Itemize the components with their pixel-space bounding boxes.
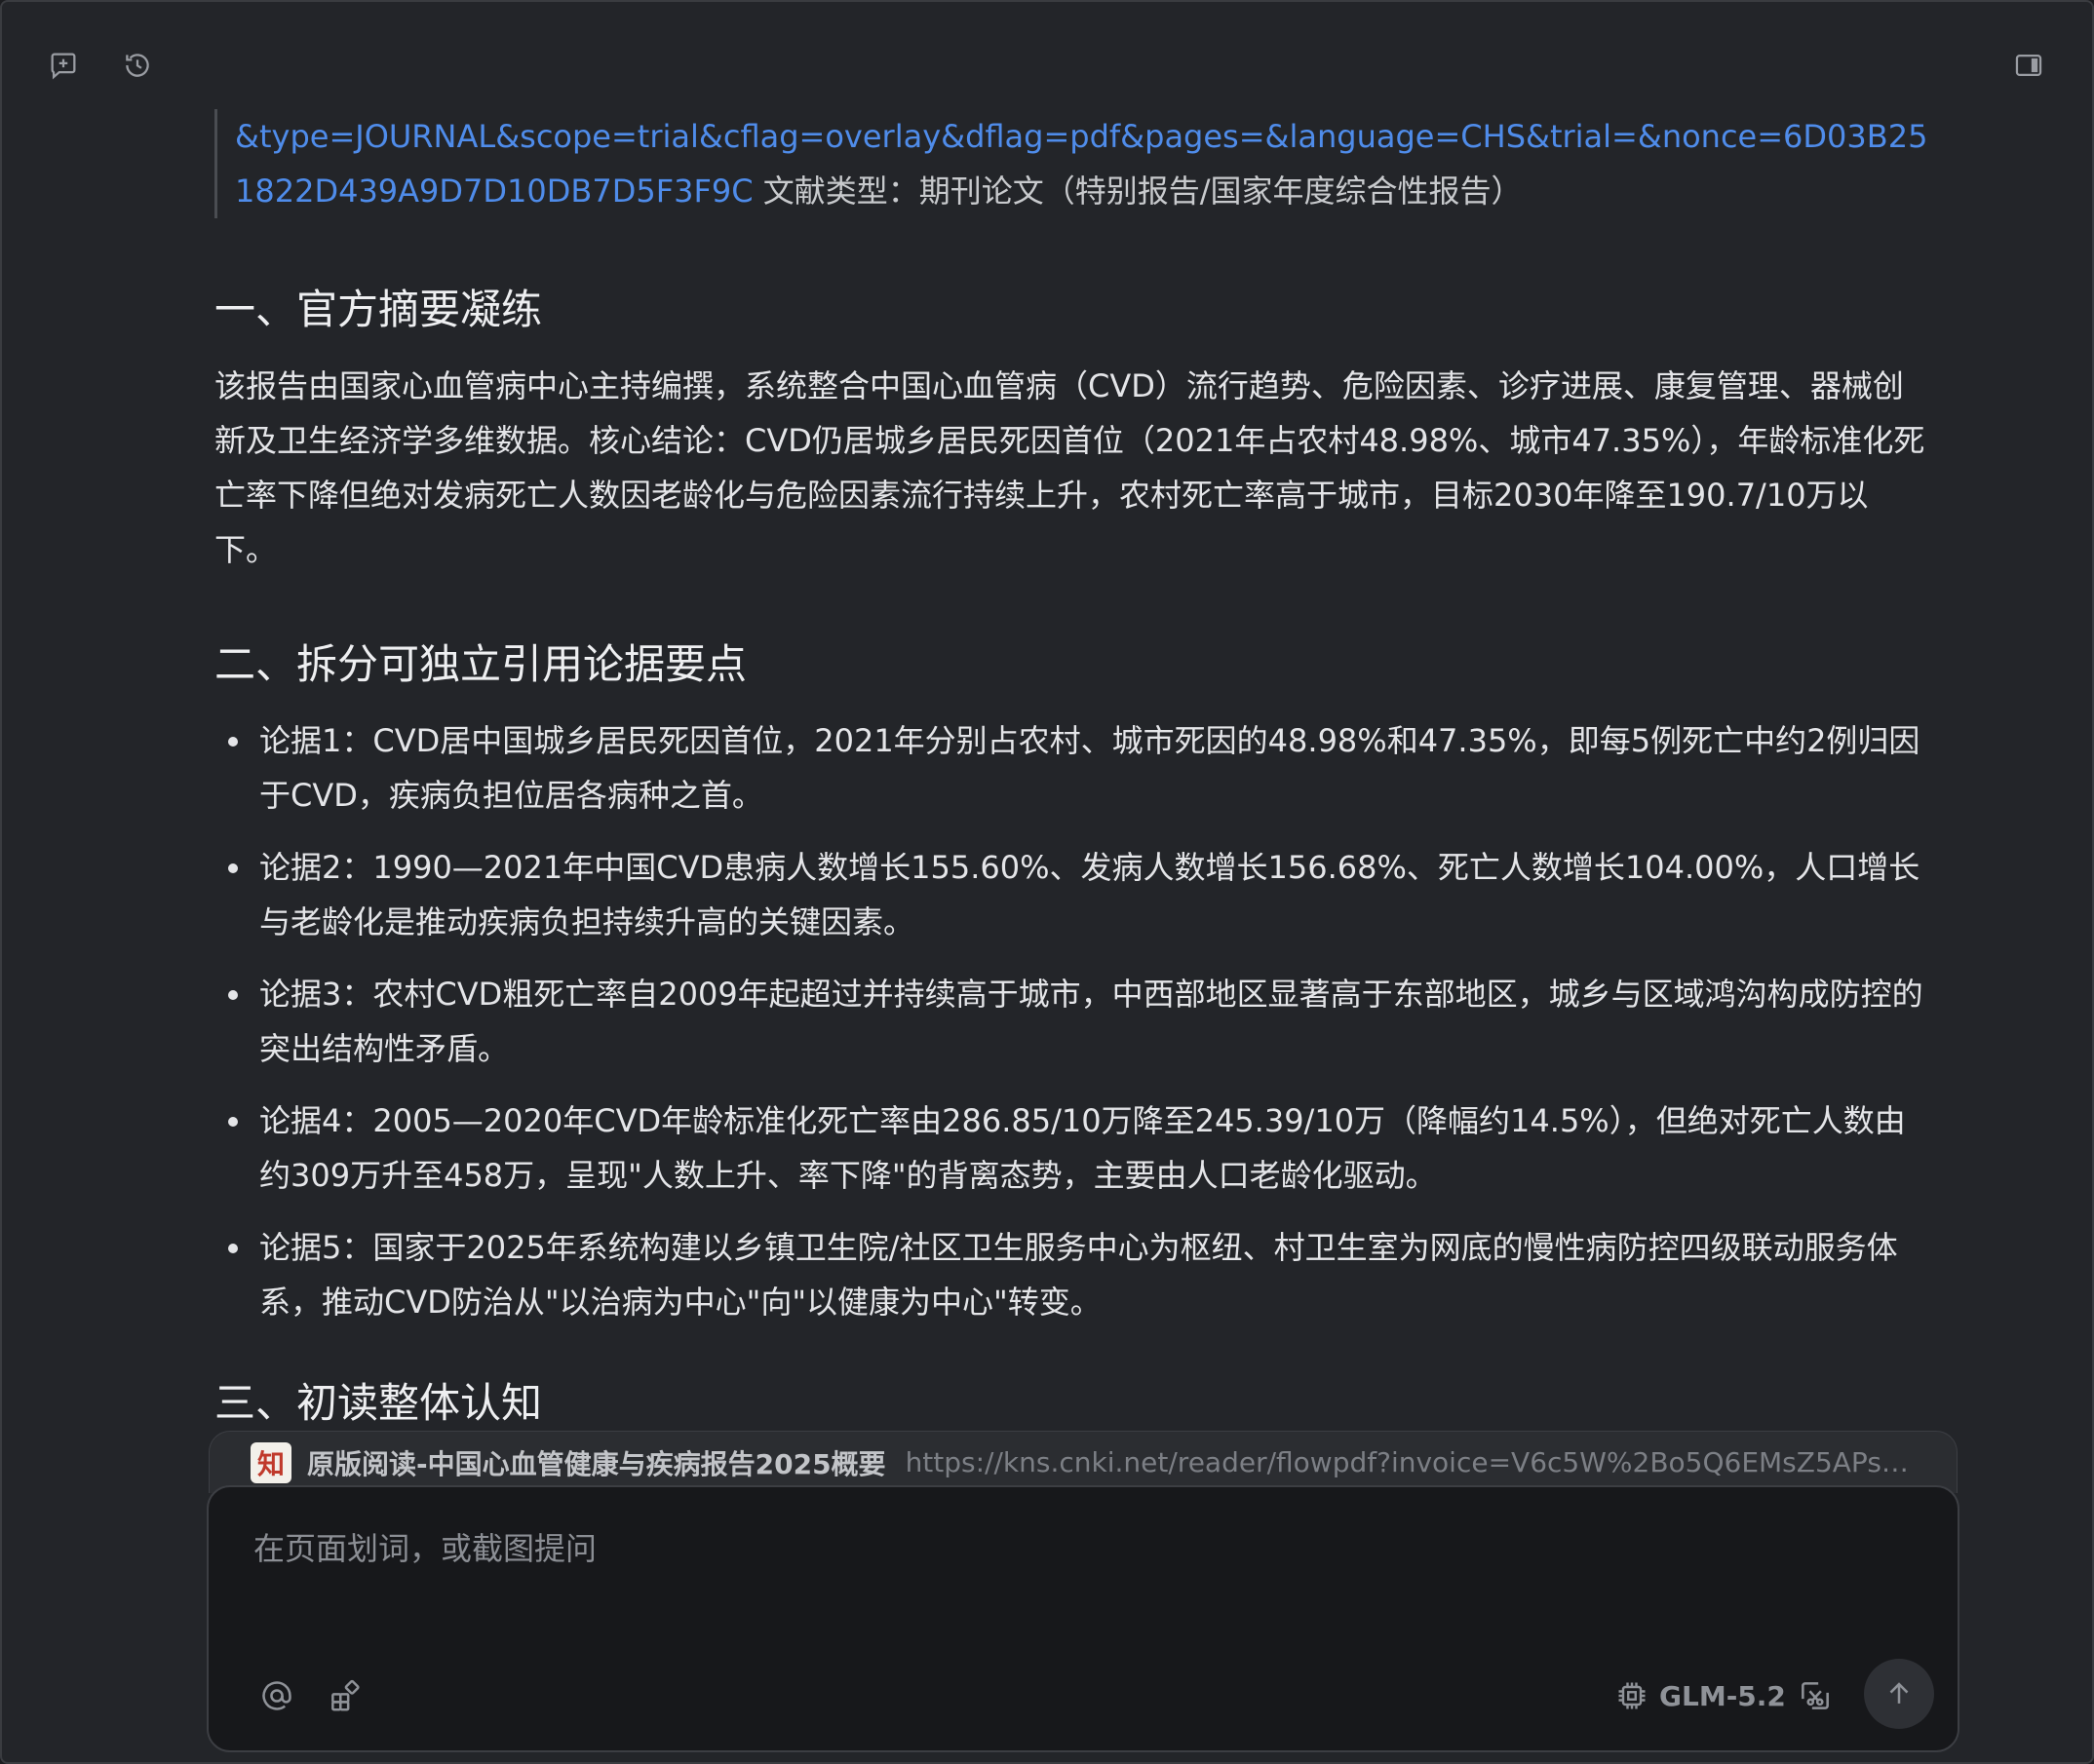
new-chat-button[interactable] (47, 49, 80, 82)
list-item: 论据5：国家于2025年系统构建以乡镇卫生院/社区卫生服务中心为枢纽、村卫生室为… (214, 1220, 1930, 1329)
model-selector[interactable]: GLM-5.2 (1614, 1672, 1786, 1719)
list-item: 论据3：农村CVD粗死亡率自2009年起超过并持续高于城市，中西部地区显著高于东… (214, 967, 1930, 1076)
apps-button[interactable] (326, 1676, 365, 1715)
list-item: 论据1：CVD居中国城乡居民死因首位，2021年分别占农村、城市死因的48.98… (214, 713, 1930, 823)
sidebar-toggle-icon (2015, 54, 2042, 77)
cnki-logo: 知 (251, 1441, 291, 1483)
apps-icon (331, 1679, 360, 1711)
sidebar-toggle-button[interactable] (2012, 49, 2045, 82)
arrow-up-icon (1889, 1682, 1909, 1704)
history-button[interactable] (121, 49, 154, 82)
list-item: 论据2：1990—2021年中国CVD患病人数增长155.60%、发病人数增长1… (214, 840, 1930, 949)
doc-type-text: 文献类型：期刊论文（特别报告/国家年度综合性报告） (753, 173, 1523, 210)
section-heading-points: 二、拆分可独立引用论据要点 (214, 640, 748, 688)
send-button[interactable] (1864, 1659, 1934, 1729)
message-content[interactable]: &type=JOURNAL&scope=trial&cflag=overlay&… (214, 109, 1930, 1435)
summary-paragraph: 该报告由国家心血管病中心主持编撰，系统整合中国心血管病（CVD）流行趋势、危险因… (214, 367, 1925, 568)
at-icon (262, 1681, 291, 1710)
screenshot-button[interactable] (1796, 1676, 1835, 1715)
chip-icon (1618, 1682, 1646, 1709)
reference-quote: &type=JOURNAL&scope=trial&cflag=overlay&… (214, 109, 1930, 218)
points-list: 论据1：CVD居中国城乡居民死因首位，2021年分别占农村、城市死因的48.98… (214, 713, 1930, 1329)
assistant-panel: &type=JOURNAL&scope=trial&cflag=overlay&… (0, 0, 2094, 1764)
section-heading-summary: 一、官方摘要凝练 (214, 286, 543, 333)
screenshot-icon (1802, 1682, 1829, 1709)
composer: GLM-5.2 (207, 1485, 1959, 1752)
history-icon (126, 54, 149, 77)
mention-button[interactable] (257, 1676, 296, 1715)
section-heading-overview: 三、初读整体认知 (214, 1379, 543, 1427)
source-url[interactable]: https://kns.cnki.net/reader/flowpdf?invo… (906, 1446, 1910, 1478)
source-reference-bar[interactable]: 知 原版阅读-中国心血管健康与疾病报告2025概要 https://kns.cn… (209, 1431, 1958, 1493)
list-item: 论据4：2005—2020年CVD年龄标准化死亡率由286.85/10万降至24… (214, 1093, 1930, 1203)
source-title: 原版阅读-中国心血管健康与疾病报告2025概要 (307, 1447, 886, 1480)
model-name: GLM-5.2 (1659, 1679, 1786, 1712)
prompt-input[interactable] (252, 1522, 1913, 1633)
new-chat-icon (51, 53, 76, 80)
